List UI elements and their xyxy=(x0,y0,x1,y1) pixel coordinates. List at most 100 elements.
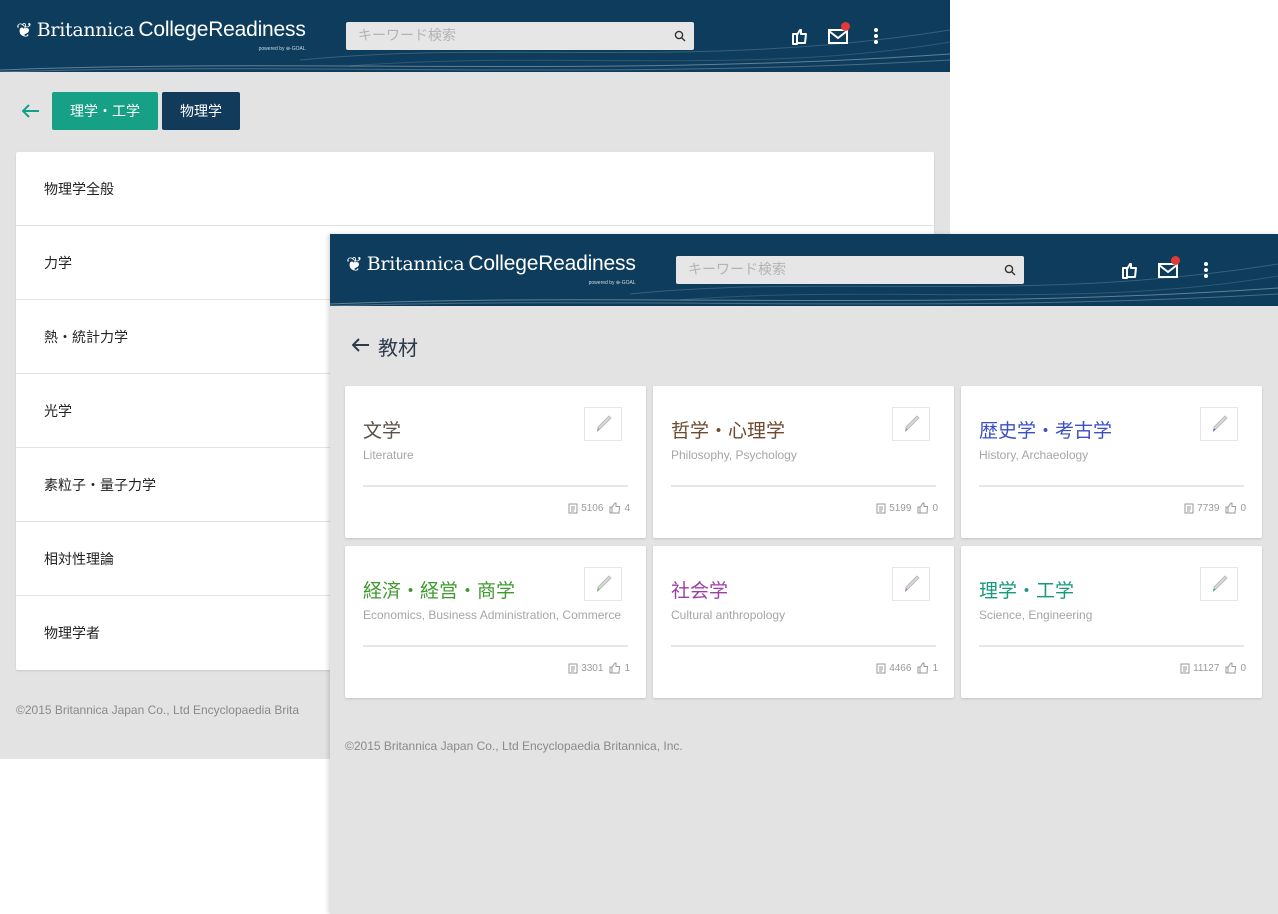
card-title: 経済・経営・商学 xyxy=(363,580,516,602)
pencil-icon xyxy=(1213,575,1228,592)
app-bar-actions xyxy=(786,22,890,50)
subject-card[interactable]: 歴史学・考古学 History, Archaeology 7739 0 xyxy=(961,386,1262,538)
back-arrow-icon[interactable] xyxy=(16,92,46,130)
share-icon xyxy=(609,662,621,674)
card-stats: 7739 0 xyxy=(1184,502,1246,514)
pencil-icon xyxy=(597,415,612,432)
card-edit-button[interactable] xyxy=(584,407,622,441)
share-icon xyxy=(917,662,929,674)
subject-card[interactable]: 社会学 Cultural anthropology 4466 1 xyxy=(653,546,954,698)
search-icon[interactable] xyxy=(996,264,1024,276)
share-icon xyxy=(917,502,929,514)
copyright-footer: ©2015 Britannica Japan Co., Ltd Encyclop… xyxy=(16,703,300,717)
share-icon xyxy=(1225,502,1237,514)
breadcrumb: 理学・工学 物理学 xyxy=(16,92,244,130)
card-title: 社会学 xyxy=(671,580,729,602)
card-stats: 3301 1 xyxy=(568,662,630,674)
brand-logo[interactable]: ❦ Britannica CollegeReadiness powered by… xyxy=(16,18,306,52)
pencil-icon xyxy=(905,575,920,592)
app-bar: ❦ Britannica CollegeReadiness powered by… xyxy=(0,0,950,72)
document-count: 5106 xyxy=(581,502,604,514)
document-count: 4466 xyxy=(889,662,912,674)
card-edit-button[interactable] xyxy=(1200,567,1238,601)
pencil-icon xyxy=(597,575,612,592)
topic-list-item[interactable]: 物理学全般 xyxy=(16,152,934,226)
brand-name-college-readiness: CollegeReadiness xyxy=(138,18,306,41)
share-hand-icon[interactable] xyxy=(1116,256,1144,284)
card-divider xyxy=(671,645,936,647)
card-title: 哲学・心理学 xyxy=(671,420,786,442)
search-input[interactable] xyxy=(676,256,996,284)
card-stats: 4466 1 xyxy=(876,662,938,674)
notification-dot xyxy=(841,22,850,31)
search-icon[interactable] xyxy=(666,30,694,42)
card-subtitle: Philosophy, Psychology xyxy=(671,448,797,462)
brand-logo[interactable]: ❦ Britannica CollegeReadiness powered by… xyxy=(346,252,636,286)
thistle-logo-icon: ❦ xyxy=(16,18,33,42)
breadcrumb-subject-button[interactable]: 物理学 xyxy=(162,92,240,130)
more-vert-icon[interactable] xyxy=(1192,256,1220,284)
share-count: 1 xyxy=(624,662,630,674)
card-divider xyxy=(671,485,936,487)
card-title: 歴史学・考古学 xyxy=(979,420,1113,442)
copyright-footer: ©2015 Britannica Japan Co., Ltd Encyclop… xyxy=(345,739,683,753)
app-bar: ❦ Britannica CollegeReadiness powered by… xyxy=(330,234,1278,306)
search-input[interactable] xyxy=(346,22,666,50)
pencil-icon xyxy=(1213,415,1228,432)
subject-card[interactable]: 哲学・心理学 Philosophy, Psychology 5199 0 xyxy=(653,386,954,538)
document-icon xyxy=(568,503,578,514)
page-header: 教材 xyxy=(351,332,418,361)
document-icon xyxy=(1184,503,1194,514)
subject-card[interactable]: 経済・経営・商学 Economics, Business Administrati… xyxy=(345,546,646,698)
page-title: 教材 xyxy=(378,336,418,360)
document-icon xyxy=(568,663,578,674)
subject-card[interactable]: 文学 Literature 5106 4 xyxy=(345,386,646,538)
thistle-logo-icon: ❦ xyxy=(346,252,363,276)
notification-dot xyxy=(1171,256,1180,265)
card-divider xyxy=(363,645,628,647)
card-edit-button[interactable] xyxy=(892,407,930,441)
share-icon xyxy=(609,502,621,514)
share-count: 0 xyxy=(1240,662,1246,674)
card-edit-button[interactable] xyxy=(584,567,622,601)
card-subtitle: Literature xyxy=(363,448,414,462)
mail-icon[interactable] xyxy=(824,22,852,50)
card-stats: 11127 0 xyxy=(1180,662,1246,674)
card-divider xyxy=(979,645,1244,647)
card-stats: 5106 4 xyxy=(568,502,630,514)
card-edit-button[interactable] xyxy=(1200,407,1238,441)
app-bar-actions xyxy=(1116,256,1220,284)
document-count: 7739 xyxy=(1197,502,1220,514)
card-divider xyxy=(363,485,628,487)
share-count: 1 xyxy=(932,662,938,674)
card-title: 文学 xyxy=(363,420,402,442)
document-icon xyxy=(1180,663,1190,674)
back-arrow-icon[interactable] xyxy=(351,337,370,356)
materials-window: ❦ Britannica CollegeReadiness powered by… xyxy=(330,234,1278,914)
subject-card[interactable]: 理学・工学 Science, Engineering 11127 0 xyxy=(961,546,1262,698)
share-icon xyxy=(1225,662,1237,674)
document-icon xyxy=(876,503,886,514)
card-divider xyxy=(979,485,1244,487)
document-count: 3301 xyxy=(581,662,604,674)
card-subtitle: Science, Engineering xyxy=(979,608,1093,622)
document-icon xyxy=(876,663,886,674)
powered-by-label: powered by ⊕-GOAL xyxy=(258,46,306,52)
mail-icon[interactable] xyxy=(1154,256,1182,284)
brand-name-britannica: Britannica xyxy=(36,19,135,41)
search-bar xyxy=(676,256,1024,284)
card-subtitle: Economics, Business Administration, Comm… xyxy=(363,608,622,622)
card-edit-button[interactable] xyxy=(892,567,930,601)
share-hand-icon[interactable] xyxy=(786,22,814,50)
search-bar xyxy=(346,22,694,50)
breadcrumb-field-button[interactable]: 理学・工学 xyxy=(52,92,158,130)
document-count: 11127 xyxy=(1193,662,1220,674)
more-vert-icon[interactable] xyxy=(862,22,890,50)
card-subtitle: Cultural anthropology xyxy=(671,608,786,622)
powered-by-label: powered by ⊕-GOAL xyxy=(588,280,636,286)
share-count: 0 xyxy=(932,502,938,514)
card-title: 理学・工学 xyxy=(979,580,1075,602)
share-count: 4 xyxy=(624,502,630,514)
card-subtitle: History, Archaeology xyxy=(979,448,1089,462)
brand-name-britannica: Britannica xyxy=(366,253,465,275)
